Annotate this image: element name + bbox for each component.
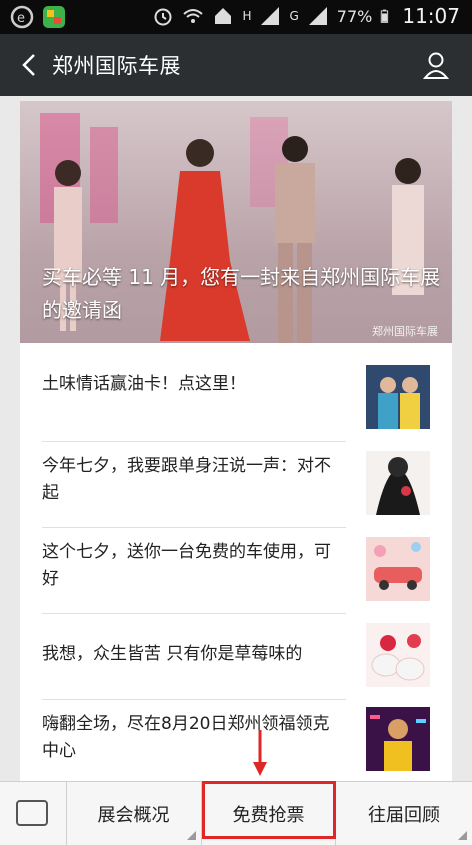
article-thumbnail <box>366 707 430 771</box>
profile-icon[interactable] <box>422 50 450 80</box>
menu-item-past-reviews[interactable]: 往届回顾 <box>336 782 472 845</box>
article-thumbnail <box>366 365 430 429</box>
hero-caption: 买车必等 11 月，您有一封来自郑州国际车展的邀请函 <box>42 265 441 322</box>
article-title: 这个七夕，送你一台免费的车使用，可好 <box>42 542 331 589</box>
list-item[interactable]: 嗨翻全场，尽在8月20日郑州领福领克中心 <box>20 699 452 781</box>
battery-icon <box>381 9 389 23</box>
article-thumbnail <box>366 451 430 515</box>
network-type-label-2: G <box>289 9 299 23</box>
app-store-icon <box>43 6 65 28</box>
red-arrow-icon <box>253 730 267 776</box>
network-type-label: H <box>242 9 252 23</box>
back-arrow-icon[interactable] <box>18 52 42 78</box>
article-thumbnail <box>366 623 430 687</box>
list-item[interactable]: 这个七夕，送你一台免费的车使用，可好 <box>20 527 452 613</box>
hero-watermark: 郑州国际车展 <box>372 325 438 338</box>
article-title: 我想，众生皆苦 只有你是草莓味的 <box>42 644 303 664</box>
svg-text:e: e <box>17 11 25 26</box>
menu-item-expo-overview[interactable]: 展会概况 <box>66 782 202 845</box>
menu-item-label: 往届回顾 <box>368 804 440 826</box>
menu-item-label: 展会概况 <box>97 804 170 826</box>
keyboard-icon <box>16 800 48 826</box>
ie-app-icon: e <box>10 5 34 29</box>
hero-banner[interactable]: 买车必等 11 月，您有一封来自郑州国际车展的邀请函 郑州国际车展 <box>20 101 452 343</box>
signal-icon <box>261 7 280 25</box>
submenu-indicator-icon <box>187 831 196 840</box>
list-item[interactable]: 我想，众生皆苦 只有你是草莓味的 <box>20 613 452 699</box>
status-bar: e H G 77% 11:07 <box>0 0 472 34</box>
article-list-card: 买车必等 11 月，您有一封来自郑州国际车展的邀请函 郑州国际车展 土味情话赢油… <box>20 101 452 781</box>
highlight-box <box>202 781 336 839</box>
keyboard-toggle-button[interactable] <box>0 782 67 845</box>
battery-percent: 77% <box>336 6 373 26</box>
title-bar: 郑州国际车展 <box>0 34 472 96</box>
clock: 11:07 <box>402 4 460 28</box>
alarm-icon <box>154 8 172 26</box>
article-title: 土味情话赢油卡！点这里！ <box>42 374 246 394</box>
page-title: 郑州国际车展 <box>52 54 181 78</box>
signal-icon-2 <box>308 7 327 25</box>
list-item[interactable]: 土味情话赢油卡！点这里！ <box>20 343 452 429</box>
submenu-indicator-icon <box>458 831 467 840</box>
home-icon <box>215 8 232 24</box>
wifi-icon <box>183 9 204 23</box>
list-item[interactable]: 今年七夕，我要跟单身汪说一声：对不起 <box>20 441 452 527</box>
article-title: 今年七夕，我要跟单身汪说一声：对不起 <box>42 456 331 503</box>
article-thumbnail <box>366 537 430 601</box>
article-title: 嗨翻全场，尽在8月20日郑州领福领克中心 <box>42 714 330 761</box>
